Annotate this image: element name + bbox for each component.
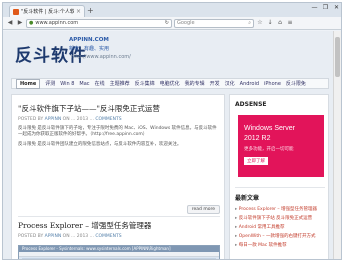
recent-post-link[interactable]: Process Explorer – 增强型任务管理器 <box>235 206 327 212</box>
recent-posts-title: 最新文章 <box>235 195 260 202</box>
divider <box>235 187 325 188</box>
main-content: "反斗软件旗下子站——"反斗限免正式运营 POSTED BY APPINN ON… <box>11 94 225 259</box>
forward-icon[interactable]: ▶ <box>16 19 24 27</box>
site-tagline: 新奇、有趣、实用 <box>69 46 110 52</box>
post-meta: POSTED BY APPINN ON ... 2013 ... COMMENT… <box>18 117 122 122</box>
post-2: Process Explorer – 增强型任务管理器 POSTED BY AP… <box>18 220 220 239</box>
reload-icon[interactable]: ↻ <box>165 20 169 26</box>
menu-item[interactable]: 在线 <box>95 80 105 87</box>
ad-banner[interactable]: Windows Server 2012 R2 更多功能，开启一切可能 立即了解 <box>238 115 324 177</box>
post-author[interactable]: APPINN <box>45 234 62 239</box>
back-icon[interactable]: ◀ <box>6 19 14 27</box>
menu-item[interactable]: Mac <box>79 81 89 87</box>
search-icon[interactable]: ⌕ <box>248 20 251 26</box>
post-1: "反斗软件旗下子站——"反斗限免正式运营 POSTED BY APPINN ON… <box>18 103 220 148</box>
ad-line-2: 2012 R2 <box>244 135 271 142</box>
menu-item[interactable]: iPhone <box>264 81 281 87</box>
address-bar[interactable]: ● www.appinn.com ↻ <box>26 18 172 28</box>
post-screenshot: Process Explorer - Sysinternals: www.sys… <box>18 245 220 259</box>
menu-item[interactable]: 主题推荐 <box>110 80 130 87</box>
window-controls: — ❐ ✕ <box>310 4 341 12</box>
navigation-bar: ◀ ▶ ● www.appinn.com ↻ Google ⌕ ☆ ↓ ⌂ ≡ <box>3 17 341 30</box>
menu-item[interactable]: 评测 <box>45 80 55 87</box>
screenshot-rows <box>19 258 219 259</box>
post-meta: POSTED BY APPINN ON ... 2013 ... COMMENT… <box>18 234 122 239</box>
site-header: 反斗软件 APPINN.COM 新奇、有趣、实用 http://www.appi… <box>11 31 329 77</box>
menu-item[interactable]: 电脑优化 <box>160 80 180 87</box>
scrollbar-thumb[interactable] <box>335 37 340 77</box>
search-placeholder: Google <box>177 20 195 26</box>
globe-icon: ● <box>29 20 34 26</box>
recent-post-link[interactable]: Android 常用工具推荐 <box>235 224 327 230</box>
menu-item[interactable]: Win 8 <box>60 81 74 87</box>
menu-item-home[interactable]: Home <box>16 78 41 89</box>
ad-line-1: Windows Server <box>244 125 295 132</box>
browser-tab[interactable]: "反斗软件 | 反斗:个人软... × <box>9 5 85 17</box>
menu-item[interactable]: 开发 <box>210 80 220 87</box>
adsense-title: ADSENSE <box>235 101 267 108</box>
ad-button[interactable]: 立即了解 <box>244 157 268 165</box>
divider <box>18 216 220 217</box>
recent-post-link[interactable]: OpenWith – 一款增强的右键打开方式 <box>235 233 327 239</box>
bookmark-star-icon[interactable]: ☆ <box>256 19 264 27</box>
home-icon[interactable]: ⌂ <box>276 19 284 27</box>
post-author[interactable]: APPINN <box>45 117 62 122</box>
post-excerpt: 反斗限免 是反斗软件旗下的子站，专注于限时免费的 Mac、iOS、Windows… <box>18 126 217 137</box>
post-excerpt: 反斗限免 是反斗软件团队建立的限免信息站点，与反斗软件内容互补，欢迎关注。 <box>18 142 182 147</box>
ad-line-3: 更多功能，开启一切可能 <box>244 147 294 152</box>
site-menu: Home 评测 Win 8 Mac 在线 主题推荐 反斗集锦 电脑优化 我的专辑… <box>11 78 329 89</box>
menu-item[interactable]: 我的专辑 <box>185 80 205 87</box>
close-tab-icon[interactable]: × <box>76 8 81 15</box>
site-subtitle: http://www.appinn.com/ <box>71 54 131 60</box>
recent-post-link[interactable]: 反斗软件旗下子站 反斗限免正式运营 <box>235 215 327 221</box>
recent-post-link[interactable]: 每日一款 Mac 软件推荐 <box>235 242 327 248</box>
recent-posts-list: Process Explorer – 增强型任务管理器 反斗软件旗下子站 反斗限… <box>235 206 327 251</box>
web-page: 反斗软件 APPINN.COM 新奇、有趣、实用 http://www.appi… <box>3 31 335 259</box>
menu-icon[interactable]: ≡ <box>286 19 294 27</box>
favicon-icon <box>13 8 19 15</box>
screenshot-toolbar <box>19 252 219 257</box>
minimize-button[interactable]: — <box>310 4 319 12</box>
new-tab-button[interactable]: + <box>87 6 94 15</box>
post-comments-link[interactable]: COMMENTS <box>95 234 121 239</box>
logo-url: APPINN.COM <box>69 37 109 43</box>
menu-item[interactable]: 汉化 <box>225 80 235 87</box>
tab-bar: "反斗软件 | 反斗:个人软... × + — ❐ ✕ <box>3 3 341 17</box>
maximize-button[interactable]: ❐ <box>321 4 330 12</box>
post-title[interactable]: "反斗软件旗下子站——"反斗限免正式运营 <box>18 103 220 114</box>
post-title[interactable]: Process Explorer – 增强型任务管理器 <box>18 220 220 231</box>
tab-title: "反斗软件 | 反斗:个人软... <box>21 9 74 15</box>
url-text: www.appinn.com <box>35 20 79 26</box>
menu-item[interactable]: Android <box>240 81 259 87</box>
menu-item[interactable]: 反斗限免 <box>286 80 306 87</box>
vertical-scrollbar[interactable] <box>333 31 341 259</box>
downloads-icon[interactable]: ↓ <box>266 19 274 27</box>
read-more-button[interactable]: read more <box>186 205 220 214</box>
post-comments-link[interactable]: COMMENTS <box>95 117 121 122</box>
search-box[interactable]: Google ⌕ <box>174 18 254 28</box>
close-window-button[interactable]: ✕ <box>332 4 341 12</box>
browser-window: "反斗软件 | 反斗:个人软... × + — ❐ ✕ ◀ ▶ ● www.ap… <box>2 2 342 260</box>
sidebar: ADSENSE Windows Server 2012 R2 更多功能，开启一切… <box>229 94 329 259</box>
menu-item[interactable]: 反斗集锦 <box>135 80 155 87</box>
